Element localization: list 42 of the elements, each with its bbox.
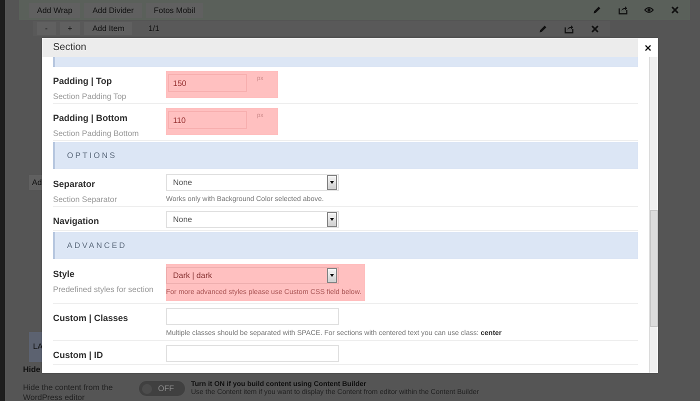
export-icon[interactable]: [618, 5, 628, 15]
field-label: Custom | Classes: [53, 313, 130, 323]
field-label: Style: [53, 269, 76, 279]
caret-icon: [327, 212, 337, 227]
field-description: Section Separator: [53, 195, 118, 204]
export-icon[interactable]: [564, 24, 574, 34]
field-label: Separator: [53, 179, 96, 189]
item-bar-button[interactable]: Add Item: [84, 22, 132, 35]
toolbar-button[interactable]: Fotos Mobil: [146, 2, 204, 18]
field-label: Custom | ID: [53, 350, 104, 360]
toolbar-button[interactable]: Add Divider: [84, 2, 142, 18]
option-label: Hide: [23, 365, 41, 374]
number-field[interactable]: 110: [168, 111, 247, 129]
close-button[interactable]: ×: [638, 38, 658, 57]
field-description: Section Padding Bottom: [53, 129, 140, 138]
field-label: Navigation: [53, 216, 100, 226]
text-field[interactable]: [166, 345, 339, 362]
close-icon[interactable]: [590, 24, 600, 34]
section-header: OPTIONS: [53, 142, 638, 169]
dropdown[interactable]: None: [166, 174, 339, 191]
scrollbar[interactable]: [649, 57, 658, 373]
pencil-icon[interactable]: [592, 5, 602, 15]
field-label: Padding | Bottom: [53, 113, 129, 123]
dropdown[interactable]: None: [166, 211, 339, 228]
field-label: Padding | Top: [53, 76, 113, 86]
caret-icon: [327, 268, 337, 283]
caret-icon: [327, 175, 337, 190]
item-bar-button[interactable]: -: [37, 22, 56, 35]
toolbar-button[interactable]: Add Wrap: [29, 2, 80, 18]
field-description: Predefined styles for section: [53, 285, 154, 294]
eye-icon[interactable]: [644, 5, 654, 15]
pencil-icon[interactable]: [538, 24, 548, 34]
section-header: ADVANCED: [53, 232, 638, 259]
item-counter: 1/1: [148, 24, 160, 33]
modal-title: Section: [53, 42, 86, 53]
close-icon[interactable]: [670, 5, 680, 15]
item-bar-button[interactable]: +: [60, 22, 80, 35]
number-field[interactable]: 150: [168, 74, 247, 92]
text-field[interactable]: [166, 308, 339, 325]
field-description: Section Padding Top: [53, 92, 128, 101]
dropdown[interactable]: Dark | dark: [166, 267, 339, 284]
toggle-switch[interactable]: OFF: [139, 381, 185, 396]
